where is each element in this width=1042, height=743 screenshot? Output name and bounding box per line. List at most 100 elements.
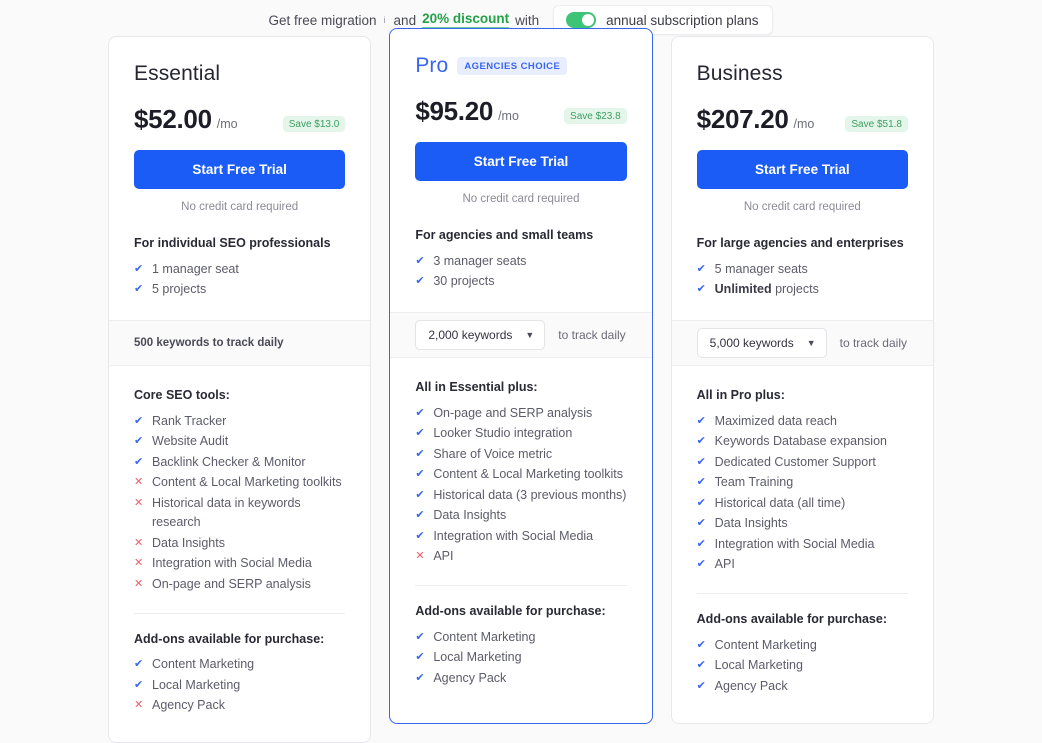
start-free-trial-button[interactable]: Start Free Trial [415,142,627,181]
list-item: ✔ Data Insights [415,506,626,527]
check-icon: ✔ [415,671,425,684]
card-body-section: All in Essential plus: ✔ On-page and SERP … [390,358,651,715]
list-item-label: Dedicated Customer Support [714,454,876,469]
no-credit-card-note: No credit card required [181,201,299,213]
list-item: ✔ Integration with Social Media [697,534,908,555]
check-icon: ✔ [415,630,425,643]
list-item: ✔ Content Marketing [134,655,345,676]
check-icon: ✔ [134,283,144,295]
list-item-label: Data Insights [433,508,507,522]
no-credit-card-note: No credit card required [743,201,861,213]
list-item: ✔ Local Marketing [697,656,908,677]
seats-list: ✔ 5 manager seats ✔ Unlimited projects [697,259,908,300]
list-item: ✕ Integration with Social Media [134,554,345,575]
addons-list: ✔ Content Marketing ✔ Local Marketing ✕ Agenc… [134,655,345,717]
list-item: ✔ 5 projects [134,280,345,301]
check-icon: ✔ [134,414,144,427]
list-item: ✔ Integration with Social Media [415,526,626,547]
list-item-label: Integration with Social Media [433,528,594,543]
features-list: ✔ Rank Tracker ✔ Website Audit ✔ Backlink Che… [134,411,345,595]
list-item: ✔ Maximized data reach [697,411,908,432]
list-item-label: Maximized data reach [714,413,837,428]
audience-section: For large agencies and enterprises ✔ 5 man… [697,236,908,320]
pricing-card-business: Business $207.20/mo Save $51.8 Start Free T… [670,36,934,724]
list-item-label: Agency Pack [714,678,788,693]
check-icon: ✔ [415,427,425,439]
list-item-label: Content Marketing [152,657,255,671]
check-icon: ✔ [415,275,425,287]
audience-title: For agencies and small teams [415,228,594,242]
check-icon: ✔ [696,638,706,651]
list-item-label: Local Marketing [433,650,522,664]
keywords-select-value: 2,000 keywords [428,328,513,342]
card-body-section: All in Pro plus: ✔ Maximized data reach ✔ Ke… [672,366,933,723]
promo-discount-link[interactable]: 20% discount [422,11,510,29]
promo-conjunction: and [393,12,417,28]
list-item-label: 3 manager seats [433,253,527,268]
annual-billing-switch[interactable] [566,12,597,28]
list-item-label: Rank Tracker [152,413,227,428]
cross-icon: ✕ [134,496,144,509]
list-item-label: Unlimited projects [714,282,819,296]
list-item: ✔ 3 manager seats [415,251,626,272]
check-icon: ✔ [415,509,425,521]
promo-footnote-marker: i [383,15,386,25]
list-item-label: Content Marketing [433,629,536,644]
keywords-band: 2,000 keywords ▼ to track daily [390,312,652,358]
plan-price: $207.20 [696,104,789,134]
check-icon: ✔ [415,447,425,460]
keywords-select[interactable]: 2,000 keywords ▼ [415,320,546,350]
save-badge: Save $23.8 [564,108,627,124]
list-item: ✔ Share of Voice metric [415,444,626,465]
audience-title: For large agencies and enterprises [696,236,904,250]
list-item-label: Share of Voice metric [433,446,553,461]
plan-price: $95.20 [415,96,494,126]
seats-list: ✔ 1 manager seat ✔ 5 projects [134,259,345,300]
card-header-section: Pro AGENCIES CHOICE $95.20/mo Save $23.8 Sta… [390,29,651,312]
pricing-card-pro: Pro AGENCIES CHOICE $95.20/mo Save $23.8 Sta… [389,28,653,724]
list-item: ✔ Agency Pack [415,668,626,689]
cross-icon: ✕ [134,699,144,711]
check-icon: ✔ [696,262,706,275]
pricing-cards-row: Essential $52.00/mo Save $13.0 Start Free T… [0,28,1042,743]
list-item-label: On-page and SERP analysis [152,576,311,591]
list-item-label: Backlink Checker & Monitor [152,454,306,469]
list-item-label: Data Insights [152,535,225,550]
check-icon: ✔ [696,455,706,468]
check-icon: ✔ [696,679,706,692]
features-list: ✔ Maximized data reach ✔ Keywords Database … [697,411,908,575]
check-icon: ✔ [415,488,425,501]
chevron-down-icon: ▼ [525,329,535,340]
list-item: ✕ Content & Local Marketing toolkits [134,473,345,494]
card-header-section: Essential $52.00/mo Save $13.0 Start Free T… [109,37,370,320]
check-icon: ✔ [696,496,706,509]
plan-name: Essential [134,62,221,85]
check-icon: ✔ [696,659,706,671]
features-section: All in Essential plus: ✔ On-page and SERP … [415,358,626,567]
keywords-band: 500 keywords to track daily [109,320,371,366]
features-title: All in Essential plus: [415,380,538,394]
addons-list: ✔ Content Marketing ✔ Local Marketing ✔ Agenc… [697,635,908,697]
list-item: ✔ Looker Studio integration [415,424,626,445]
list-item-label: Data Insights [714,516,788,530]
check-icon: ✔ [415,529,425,542]
check-icon: ✔ [696,537,706,550]
list-item: ✔ Local Marketing [415,648,626,669]
list-item-label: Content Marketing [714,637,817,652]
cross-icon: ✕ [134,476,144,488]
list-item: ✔ Team Training [697,473,908,494]
list-item: ✔ 1 manager seat [134,259,345,280]
check-icon: ✔ [696,283,706,295]
card-body-section: Core SEO tools: ✔ Rank Tracker ✔ Website Aud… [109,366,370,742]
check-icon: ✔ [134,262,144,275]
check-icon: ✔ [696,476,706,488]
price-period: /mo [498,109,519,123]
plan-name: Pro [415,54,449,77]
start-free-trial-button[interactable]: Start Free Trial [696,150,908,189]
start-free-trial-button[interactable]: Start Free Trial [134,150,346,189]
keywords-suffix-text: to track daily [558,328,626,342]
list-item: ✔ Unlimited projects [697,280,908,301]
keywords-select[interactable]: 5,000 keywords ▼ [696,328,827,358]
list-item: ✔ Content Marketing [697,635,908,656]
audience-title: For individual SEO professionals [134,236,331,250]
